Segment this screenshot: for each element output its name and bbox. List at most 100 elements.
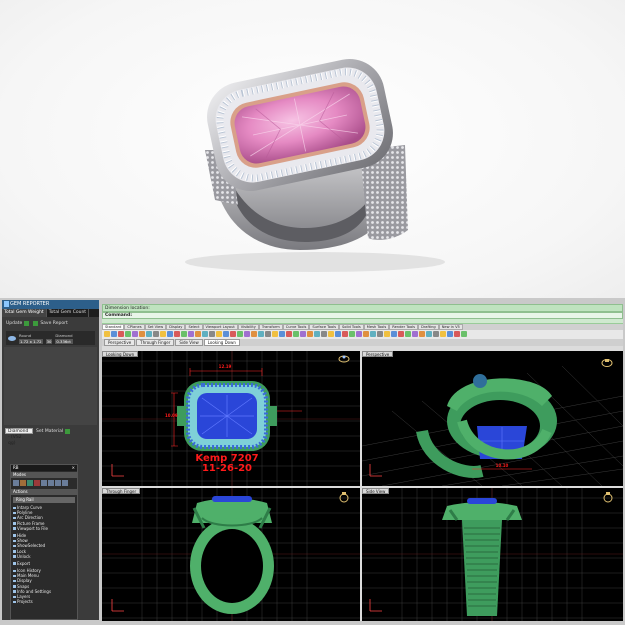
toolbar-tab[interactable]: Standard — [102, 324, 125, 330]
viewport-through-finger[interactable]: Through Finger — [102, 488, 360, 621]
toolbar-icon[interactable] — [321, 331, 327, 337]
toolbar-icon[interactable] — [265, 331, 271, 337]
save-report-button[interactable]: Save Report — [33, 320, 68, 326]
toolbar-icon[interactable] — [244, 331, 250, 337]
toolbar-tab[interactable]: Visibility — [237, 324, 259, 330]
toolbar-icon[interactable] — [377, 331, 383, 337]
toolbar-icon[interactable] — [356, 331, 362, 337]
mode-icon[interactable] — [41, 480, 47, 486]
actions-section-header[interactable]: Actions — [11, 489, 77, 495]
panel-item[interactable]: Projects — [11, 599, 77, 604]
viewport-label[interactable]: Side View — [362, 488, 390, 494]
toolbar-icon[interactable] — [104, 331, 110, 337]
toolbar-icon[interactable] — [279, 331, 285, 337]
toolbar-icon[interactable] — [391, 331, 397, 337]
toolbar-tab[interactable]: Surface Tools — [309, 324, 340, 330]
toolbar-tab[interactable]: CPlanes — [124, 324, 145, 330]
toolbar-icon[interactable] — [167, 331, 173, 337]
toolbar-icon[interactable] — [440, 331, 446, 337]
toolbar-icon[interactable] — [188, 331, 194, 337]
mode-icon[interactable] — [13, 480, 19, 486]
toolbar-icon[interactable] — [237, 331, 243, 337]
toolbar-tab[interactable]: Display — [166, 324, 186, 330]
toolbar-icon[interactable] — [419, 331, 425, 337]
toolbar-tab[interactable]: Solid Tools — [339, 324, 364, 330]
mode-icon[interactable] — [48, 480, 54, 486]
toolbar-icon[interactable] — [146, 331, 152, 337]
viewport-tab[interactable]: Looking Down — [203, 339, 240, 346]
viewport-tab[interactable]: Perspective — [104, 339, 136, 346]
toolbar-icon[interactable] — [216, 331, 222, 337]
viewport-label[interactable]: Through Finger — [102, 488, 141, 494]
viewport-tab[interactable]: Side View — [175, 339, 203, 346]
ring-rail-item[interactable]: Ring Rail — [13, 497, 75, 503]
toolbar-tab[interactable]: Set View — [144, 324, 167, 330]
toolbar-icon[interactable] — [111, 331, 117, 337]
mode-icon[interactable] — [27, 480, 33, 486]
toolbar-icon[interactable] — [426, 331, 432, 337]
toolbar-icon[interactable] — [258, 331, 264, 337]
toolbar-tab[interactable]: Transform — [258, 324, 283, 330]
panel-item[interactable]: Export — [11, 561, 77, 566]
toolbar-icon[interactable] — [328, 331, 334, 337]
mode-icon[interactable] — [62, 480, 68, 486]
viewport-label[interactable]: Looking Down — [102, 351, 139, 357]
toolbar-icon[interactable] — [132, 331, 138, 337]
toolbar-icon[interactable] — [286, 331, 292, 337]
toolbar-tab[interactable]: Render Tools — [389, 324, 419, 330]
toolbar-icon[interactable] — [349, 331, 355, 337]
mode-icon[interactable] — [34, 480, 40, 486]
panel-item[interactable]: Unlock — [11, 554, 77, 559]
mode-icon[interactable] — [20, 480, 26, 486]
toolbar-icon[interactable] — [181, 331, 187, 337]
mode-icon[interactable] — [55, 480, 61, 486]
update-button[interactable]: Update — [6, 320, 30, 326]
toolbar-icon[interactable] — [335, 331, 341, 337]
toolbar-tab[interactable]: Select — [185, 324, 203, 330]
toolbar-icon[interactable] — [209, 331, 215, 337]
toolbar-icon[interactable] — [398, 331, 404, 337]
toolbar-icon[interactable] — [363, 331, 369, 337]
tab-total-gem-count[interactable]: Total Gem Count — [47, 309, 90, 317]
command-line[interactable]: Command: — [102, 312, 623, 319]
toolbar-icon[interactable] — [370, 331, 376, 337]
viewport-perspective[interactable]: Perspective 10.10 — [362, 351, 623, 486]
toolbar-icon[interactable] — [195, 331, 201, 337]
tab-total-gem-weight[interactable]: Total Gem Weight — [2, 309, 47, 317]
toolbar-tab[interactable]: Curve Tools — [282, 324, 310, 330]
close-icon[interactable]: × — [72, 465, 75, 471]
toolbar-icon[interactable] — [412, 331, 418, 337]
viewport-looking-down[interactable]: Looking Down Kemp 7207 11-26-20 12.19 10… — [102, 351, 360, 486]
toolbar-icon[interactable] — [300, 331, 306, 337]
toolbar-icon[interactable] — [202, 331, 208, 337]
panel-item[interactable]: Viewport to File — [11, 526, 77, 531]
toolbar-tab[interactable]: New in V5 — [438, 324, 463, 330]
toolbar-icon[interactable] — [125, 331, 131, 337]
toolbar-icon[interactable] — [307, 331, 313, 337]
viewport-label[interactable]: Perspective — [362, 351, 394, 357]
toolbar-icon[interactable] — [461, 331, 467, 337]
toolbar-icon[interactable] — [293, 331, 299, 337]
toolbar-tab[interactable]: Drafting — [418, 324, 439, 330]
toolbar-icon[interactable] — [454, 331, 460, 337]
toolbar-icon[interactable] — [230, 331, 236, 337]
viewport-side-view[interactable]: Side View — [362, 488, 623, 621]
toolbar-icon[interactable] — [342, 331, 348, 337]
toolbar-icon[interactable] — [405, 331, 411, 337]
toolbar-icon[interactable] — [223, 331, 229, 337]
toolbar-icon[interactable] — [384, 331, 390, 337]
toolbar-icon[interactable] — [153, 331, 159, 337]
toolbar-icon[interactable] — [272, 331, 278, 337]
toolbar-tab[interactable]: Mesh Tools — [363, 324, 390, 330]
toolbar-icon[interactable] — [174, 331, 180, 337]
toolbar-icon[interactable] — [160, 331, 166, 337]
toolbar-icon[interactable] — [139, 331, 145, 337]
material-select[interactable]: Diamond - (VS2 qg) — [5, 428, 33, 446]
toolbar-tab[interactable]: Viewport Layout — [202, 324, 238, 330]
toolbar-icon[interactable] — [118, 331, 124, 337]
toolbar-icon[interactable] — [251, 331, 257, 337]
set-material-button[interactable]: Set Material — [36, 428, 71, 434]
toolbar-icon[interactable] — [447, 331, 453, 337]
toolbar-icon[interactable] — [433, 331, 439, 337]
viewport-tab[interactable]: Through Finger — [136, 339, 175, 346]
